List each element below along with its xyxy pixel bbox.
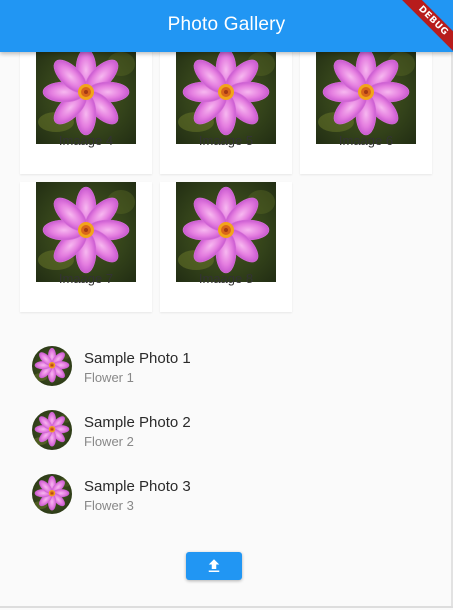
image-caption: Imaage 4 <box>58 133 114 148</box>
list-item-subtitle: Flower 3 <box>84 498 134 513</box>
list-item[interactable]: Sample Photo 2 Flower 2 <box>32 410 432 454</box>
avatar <box>32 410 72 450</box>
list-item-subtitle: Flower 2 <box>84 434 134 449</box>
avatar <box>32 474 72 514</box>
flower-image <box>316 52 416 144</box>
upload-icon <box>208 559 220 572</box>
gallery-card[interactable]: Imaage 6 <box>300 52 432 174</box>
avatar <box>32 346 72 386</box>
flower-image <box>36 182 136 282</box>
upload-button[interactable] <box>186 552 242 580</box>
list-item-title: Sample Photo 3 <box>84 478 191 495</box>
image-caption: Imaage 6 <box>338 133 394 148</box>
image-caption: Imaage 5 <box>198 133 254 148</box>
flower-image <box>176 182 276 282</box>
list-item-title: Sample Photo 2 <box>84 414 191 431</box>
image-caption: Imaage 7 <box>58 271 114 286</box>
gallery-content[interactable]: Imaage 4 Imaage 5 Imaage 6 Imaage 7 Imaa… <box>0 52 453 608</box>
gallery-card[interactable]: Imaage 5 <box>160 52 292 174</box>
list-item[interactable]: Sample Photo 1 Flower 1 <box>32 346 432 390</box>
app-bar: Photo Gallery DEBUG <box>0 0 453 52</box>
gallery-card[interactable]: Imaage 4 <box>20 52 152 174</box>
app-title: Photo Gallery <box>167 14 286 35</box>
list-item-title: Sample Photo 1 <box>84 350 191 367</box>
image-caption: Imaage 8 <box>198 271 254 286</box>
gallery-card[interactable]: Imaage 7 <box>20 182 152 312</box>
flower-image <box>176 52 276 144</box>
list-item[interactable]: Sample Photo 3 Flower 3 <box>32 474 432 518</box>
gallery-card[interactable]: Imaage 8 <box>160 182 292 312</box>
flower-image <box>36 52 136 144</box>
bottom-divider <box>0 606 453 608</box>
list-item-subtitle: Flower 1 <box>84 370 134 385</box>
